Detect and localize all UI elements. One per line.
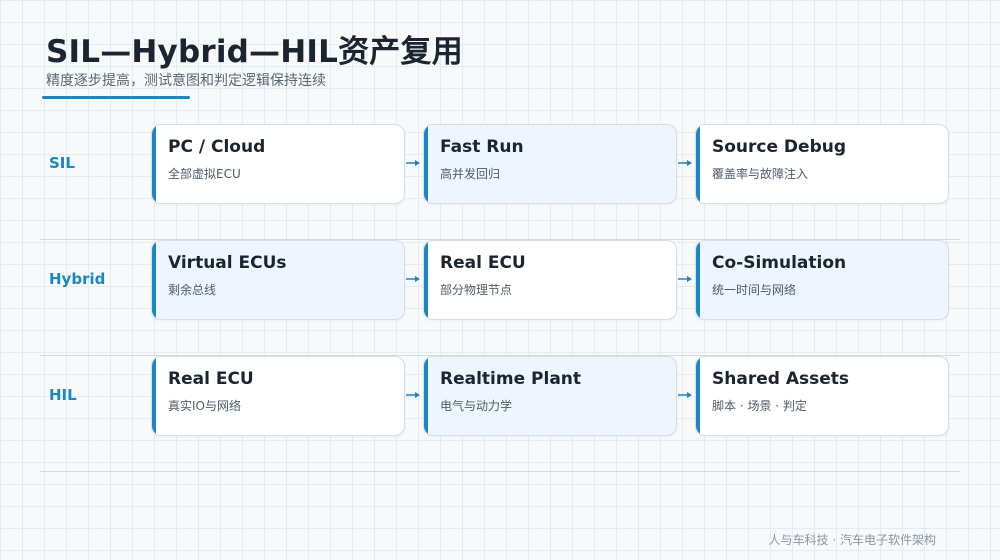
card-title: Shared Assets (712, 369, 849, 389)
card-subtitle: 覆盖率与故障注入 (712, 167, 809, 181)
card-subtitle: 高并发回归 (440, 167, 501, 181)
card-title: Co-Simulation (712, 253, 847, 273)
card-pc-cloud: PC / Cloud 全部虚拟ECU (151, 124, 405, 204)
card-accent-bar (424, 241, 428, 319)
card-subtitle: 真实IO与网络 (168, 399, 241, 413)
card-subtitle: 全部虚拟ECU (168, 167, 241, 181)
arrow-right-icon (406, 276, 420, 282)
card-fast-run: Fast Run 高并发回归 (423, 124, 677, 204)
card-accent-bar (152, 241, 156, 319)
footer-credit: 人与车科技 · 汽车电子软件架构 (768, 533, 936, 547)
card-subtitle: 剩余总线 (168, 283, 217, 297)
row-hil: HIL Real ECU 真实IO与网络 Realtime Plant 电气与动… (40, 356, 960, 472)
card-subtitle: 电气与动力学 (440, 399, 513, 413)
card-accent-bar (424, 125, 428, 203)
card-accent-bar (152, 357, 156, 435)
card-accent-bar (152, 125, 156, 203)
page-subtitle: 精度逐步提高，测试意图和判定逻辑保持连续 (46, 73, 326, 89)
card-source-debug: Source Debug 覆盖率与故障注入 (695, 124, 949, 204)
card-real-ecu-hil: Real ECU 真实IO与网络 (151, 356, 405, 436)
arrow-right-icon (406, 392, 420, 398)
arrow-right-icon (406, 160, 420, 166)
card-title: PC / Cloud (168, 137, 266, 157)
row-hybrid: Hybrid Virtual ECUs 剩余总线 Real ECU 部分物理节点… (40, 240, 960, 356)
card-title: Source Debug (712, 137, 847, 157)
card-virtual-ecus: Virtual ECUs 剩余总线 (151, 240, 405, 320)
page-title: SIL—Hybrid—HIL资产复用 (46, 34, 463, 70)
arrow-right-icon (678, 276, 692, 282)
card-title: Real ECU (440, 253, 526, 273)
card-title: Real ECU (168, 369, 254, 389)
card-subtitle: 脚本 · 场景 · 判定 (712, 399, 807, 413)
title-underline (42, 96, 190, 99)
card-subtitle: 统一时间与网络 (712, 283, 797, 297)
arrow-right-icon (678, 392, 692, 398)
card-accent-bar (424, 357, 428, 435)
card-accent-bar (696, 125, 700, 203)
card-shared-assets: Shared Assets 脚本 · 场景 · 判定 (695, 356, 949, 436)
card-accent-bar (696, 241, 700, 319)
card-real-ecu: Real ECU 部分物理节点 (423, 240, 677, 320)
card-realtime-plant: Realtime Plant 电气与动力学 (423, 356, 677, 436)
card-title: Fast Run (440, 137, 524, 157)
row-label: SIL (49, 154, 75, 172)
card-title: Virtual ECUs (168, 253, 287, 273)
card-title: Realtime Plant (440, 369, 582, 389)
card-subtitle: 部分物理节点 (440, 283, 513, 297)
arrow-right-icon (678, 160, 692, 166)
card-co-simulation: Co-Simulation 统一时间与网络 (695, 240, 949, 320)
row-label: Hybrid (49, 270, 106, 288)
row-label: HIL (49, 386, 77, 404)
row-sil: SIL PC / Cloud 全部虚拟ECU Fast Run 高并发回归 So… (40, 124, 960, 240)
card-accent-bar (696, 357, 700, 435)
